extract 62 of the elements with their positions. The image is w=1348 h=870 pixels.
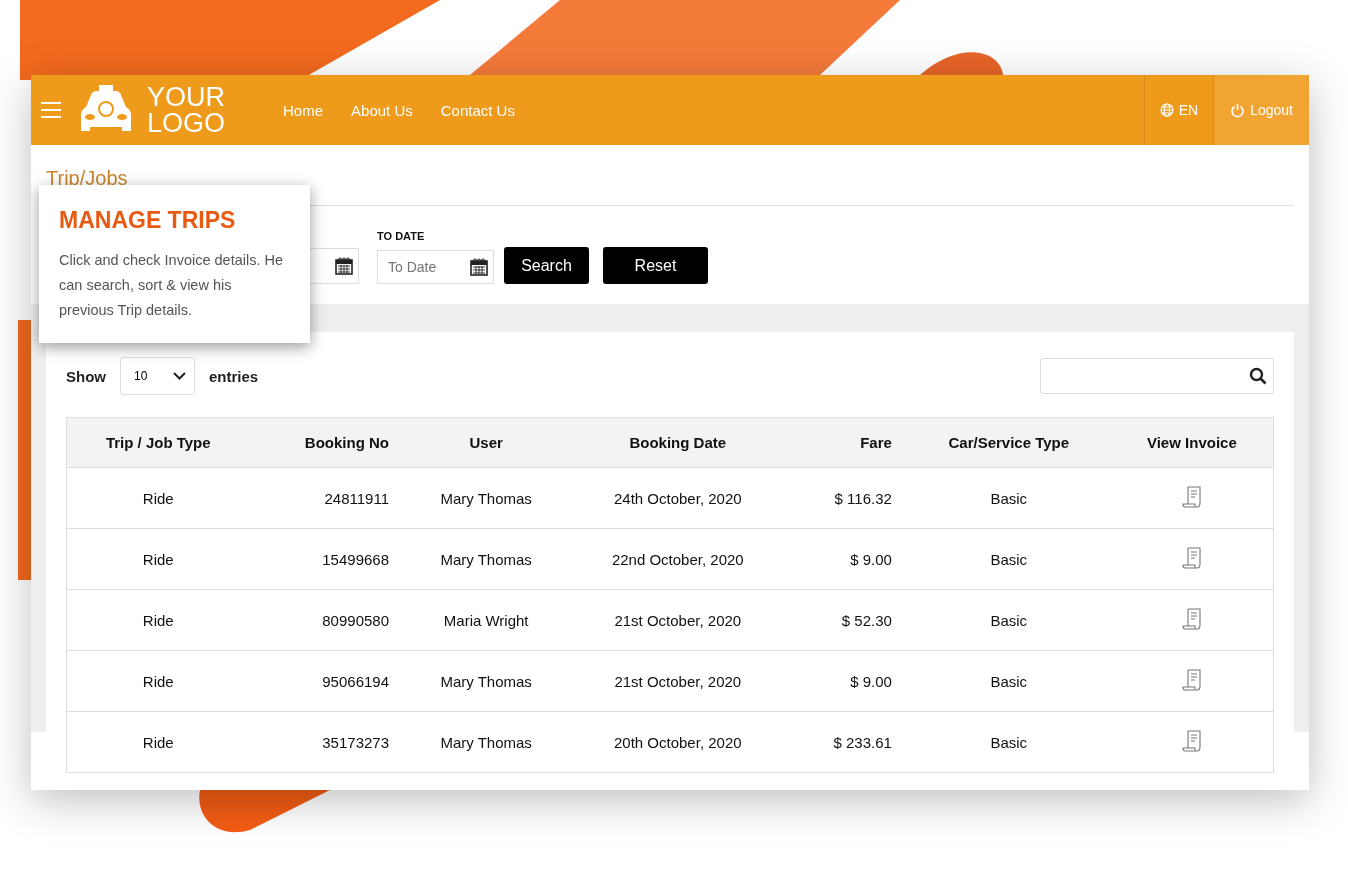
column-header[interactable]: Trip / Job Type (105, 434, 211, 451)
table-cell: 15499668 (322, 550, 389, 568)
table-cell: Ride (142, 550, 174, 568)
table-cell: Maria Wright (443, 611, 529, 629)
logo-text: LOGO (147, 110, 226, 136)
column-header[interactable]: View Invoice (1146, 434, 1237, 451)
table-cell: 21st October, 2020 (614, 672, 742, 690)
invoice-icon[interactable] (1181, 668, 1202, 691)
column-header[interactable]: Fare (860, 434, 892, 451)
page-size-select[interactable]: 10 (120, 357, 195, 395)
entries-label: entries (209, 367, 259, 385)
table-cell: 22nd October, 2020 (611, 550, 744, 568)
table-cell: 35173273 (322, 733, 389, 751)
invoice-icon[interactable] (1181, 485, 1202, 508)
table-cell: $ 9.00 (850, 672, 892, 690)
power-icon (1230, 102, 1246, 118)
table-cell: $ 9.00 (850, 550, 892, 568)
table-cell: Basic (990, 733, 1028, 751)
table-cell: Basic (990, 611, 1028, 629)
table-cell: Ride (142, 489, 174, 507)
globe-icon (1159, 103, 1174, 117)
calendar-icon[interactable] (469, 257, 489, 277)
column-header[interactable]: Booking Date (629, 434, 727, 451)
invoice-icon[interactable] (1181, 729, 1202, 752)
table-cell: Mary Thomas (440, 733, 532, 751)
table-cell: Basic (990, 550, 1028, 568)
search-field[interactable] (1040, 358, 1274, 394)
table-cell: Basic (990, 489, 1028, 507)
search-button[interactable]: Search (504, 247, 589, 284)
invoice-icon[interactable] (1181, 607, 1202, 630)
table-cell: $ 116.32 (834, 489, 892, 507)
reset-button[interactable]: Reset (603, 247, 708, 284)
date-field[interactable]: To Date (377, 250, 494, 284)
chevron-icon (173, 372, 186, 380)
table-cell: 95066194 (322, 672, 389, 690)
table-cell: Basic (990, 672, 1028, 690)
table-cell: Ride (142, 672, 174, 690)
table-cell: 24811911 (324, 489, 389, 507)
table-cell: $ 233.61 (833, 733, 892, 751)
show-label: Show (66, 367, 106, 385)
column-header[interactable]: Car/Service Type (948, 434, 1070, 451)
page-title: Trip/Jobs (46, 167, 128, 189)
invoice-icon[interactable] (1181, 546, 1202, 569)
column-header[interactable]: Booking No (304, 434, 389, 451)
table-cell: $ 52.30 (841, 611, 892, 629)
table-cell: 20th October, 2020 (614, 733, 742, 751)
popup-text: Click and check Invoice details. He can search, sort & view his previous Trip details. (59, 251, 285, 320)
table-cell: Mary Thomas (440, 672, 532, 690)
popup-title: MANAGE TRIPS (59, 207, 237, 234)
table-cell: Mary Thomas (440, 550, 532, 568)
table-cell: 21st October, 2020 (614, 611, 742, 629)
logo-text: YOUR (147, 84, 226, 110)
table-cell: 80990580 (322, 611, 389, 629)
table-cell: 24th October, 2020 (614, 489, 742, 507)
table-cell: Mary Thomas (440, 489, 532, 507)
menu-icon[interactable] (41, 102, 61, 118)
column-header[interactable]: User (469, 434, 503, 451)
field-label: TO DATE (377, 230, 426, 242)
search-icon (1249, 367, 1267, 385)
table-cell: Ride (142, 611, 174, 629)
table-cell: Ride (142, 733, 174, 751)
calendar-icon[interactable] (334, 256, 354, 276)
